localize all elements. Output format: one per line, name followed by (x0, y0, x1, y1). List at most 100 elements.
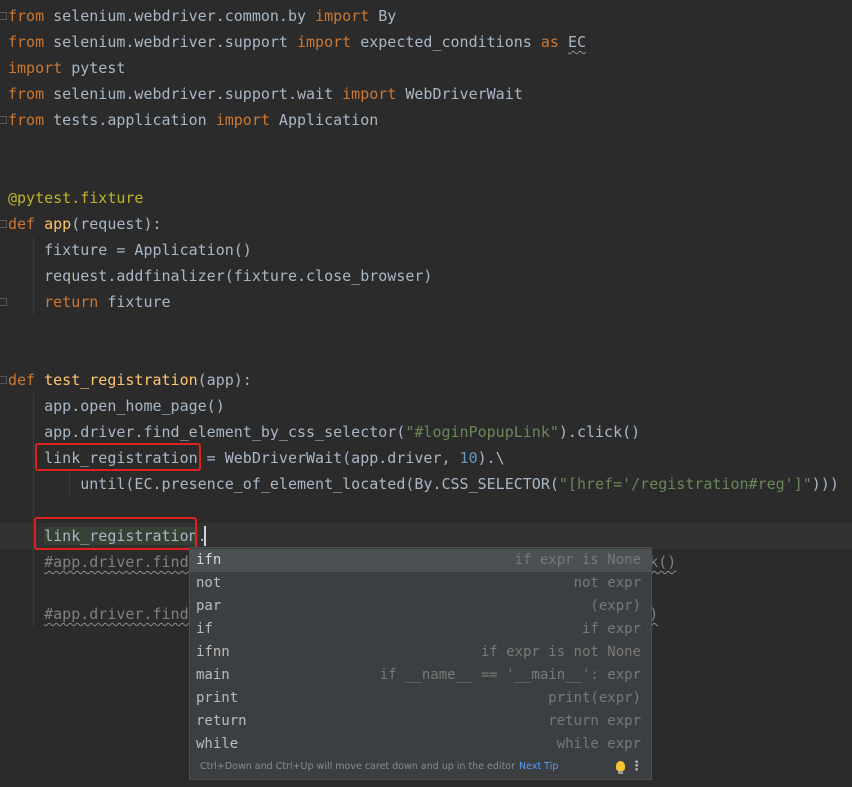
code-line[interactable]: return fixture (0, 289, 852, 315)
code-token: app (44, 215, 72, 233)
code-line[interactable] (0, 159, 852, 185)
code-token: By (369, 7, 397, 25)
code-text: import pytest (8, 55, 125, 81)
completion-item-name: not (196, 575, 222, 591)
code-token: from (8, 33, 45, 51)
code-line[interactable]: request.addfinalizer(fixture.close_brows… (0, 263, 852, 289)
completion-item-ifn[interactable]: ifn if expr is None (190, 549, 651, 572)
completion-item-description: if __name__ == '__main__': expr (379, 667, 641, 683)
completion-item-description: print(expr) (548, 690, 641, 706)
next-tip-link[interactable]: Next Tip (519, 761, 558, 772)
completion-item-name: while (196, 736, 239, 752)
code-line[interactable] (0, 497, 852, 523)
code-line[interactable]: from tests.application import Applicatio… (0, 107, 852, 133)
code-line[interactable]: import pytest (0, 55, 852, 81)
code-token: request.addfinalizer(fixture.close_brows… (8, 267, 433, 285)
code-text: link_registration. (8, 523, 207, 549)
fold-marker-icon[interactable] (0, 12, 7, 20)
code-line[interactable]: @pytest.fixture (0, 185, 852, 211)
code-token: def (8, 215, 36, 233)
completion-item-main[interactable]: main if __name__ == '__main__': expr (190, 664, 651, 687)
completion-item-par[interactable]: par (expr) (190, 595, 651, 618)
code-text: request.addfinalizer(fixture.close_brows… (8, 263, 432, 289)
completion-item-ifnn[interactable]: ifnn if expr is not None (190, 641, 651, 664)
fold-marker-icon[interactable] (0, 298, 7, 306)
code-token: fixture (98, 293, 171, 311)
code-line[interactable]: link_registration = WebDriverWait(app.dr… (0, 445, 852, 471)
code-token: ).\ (477, 449, 505, 467)
code-token: def (8, 371, 36, 389)
code-line[interactable]: def test_registration(app): (0, 367, 852, 393)
code-token: from (8, 85, 45, 103)
code-text: def app(request): (8, 211, 162, 237)
fold-marker-icon[interactable] (0, 376, 7, 384)
code-token: from (8, 111, 45, 129)
completion-item-name: par (196, 598, 222, 614)
completion-item-description: if expr (581, 621, 641, 637)
fold-marker-icon[interactable] (0, 220, 7, 228)
code-line[interactable] (0, 315, 852, 341)
code-line[interactable] (0, 133, 852, 159)
code-text: from selenium.webdriver.support import e… (8, 29, 586, 55)
code-token: ).click() (558, 423, 641, 441)
code-token: #app.driver.find (44, 605, 189, 623)
completion-item-description: (expr) (590, 598, 641, 614)
code-text: def test_registration(app): (8, 367, 252, 393)
completion-item-print[interactable]: print print(expr) (190, 687, 651, 710)
code-token: selenium.webdriver.common.by (44, 7, 316, 25)
indent-guide (33, 393, 34, 627)
code-token: expected_conditions (351, 33, 541, 51)
completion-item-description: return expr (548, 713, 641, 729)
code-token: test_registration (44, 371, 198, 389)
code-token: (app): (197, 371, 252, 389)
code-token: import (8, 59, 63, 77)
code-text: app.driver.find_element_by_css_selector(… (8, 419, 640, 445)
completion-item-name: ifnn (196, 644, 230, 660)
completion-item-description: if expr is None (514, 552, 641, 568)
completion-item-description: while expr (556, 736, 641, 752)
footer-tip-text: Ctrl+Down and Ctrl+Up will move caret do… (200, 761, 516, 772)
completion-item-not[interactable]: not not expr (190, 572, 651, 595)
code-line[interactable]: app.open_home_page() (0, 393, 852, 419)
code-line[interactable]: def app(request): (0, 211, 852, 237)
code-text: until(EC.presence_of_element_located(By.… (8, 471, 839, 497)
code-token: #app.driver.find (44, 553, 189, 571)
code-line[interactable]: from selenium.webdriver.support.wait imp… (0, 81, 852, 107)
code-token: @pytest.fixture (8, 189, 144, 207)
more-options-icon[interactable]: ⋮ (630, 754, 643, 779)
code-token: ))) (811, 475, 839, 493)
completion-popup[interactable]: while while expr return return expr print pri… (189, 547, 652, 780)
fold-marker-icon[interactable] (0, 116, 7, 124)
code-token: import (315, 7, 370, 25)
code-token: app.driver.find_element_by_css_selector( (8, 423, 406, 441)
completion-item-description: not expr (573, 575, 641, 591)
code-token: fixture = Application() (8, 241, 252, 259)
code-text: from tests.application import Applicatio… (8, 107, 378, 133)
completion-item-description: if expr is not None (480, 644, 641, 660)
completion-item-name: main (196, 667, 230, 683)
code-line[interactable]: app.driver.find_element_by_css_selector(… (0, 419, 852, 445)
lightbulb-icon[interactable] (616, 761, 625, 774)
code-text: fixture = Application() (8, 237, 252, 263)
completion-item-return[interactable]: return return expr (190, 710, 651, 733)
completion-item-while[interactable]: while while expr (190, 733, 651, 756)
code-line[interactable]: until(EC.presence_of_element_located(By.… (0, 471, 852, 497)
completion-item-name: ifn (196, 552, 222, 568)
code-line[interactable] (0, 341, 852, 367)
code-text: link_registration = WebDriverWait(app.dr… (8, 445, 505, 471)
code-line[interactable]: link_registration. (0, 523, 852, 549)
code-token: link_registration = WebDriverWait(app.dr… (8, 449, 460, 467)
completion-item-name: return (196, 713, 247, 729)
indent-guide (33, 237, 34, 315)
code-token: "[href='/registration#reg']" (558, 475, 812, 493)
code-token: link_registration (44, 527, 198, 545)
completion-item-if[interactable]: if if expr (190, 618, 651, 641)
completion-footer: Ctrl+Down and Ctrl+Up will move caret do… (190, 754, 651, 779)
code-line[interactable]: fixture = Application() (0, 237, 852, 263)
code-line[interactable]: from selenium.webdriver.support import e… (0, 29, 852, 55)
code-token: 10 (459, 449, 478, 467)
code-token: pytest (62, 59, 126, 77)
code-line[interactable]: from selenium.webdriver.common.by import… (0, 3, 852, 29)
